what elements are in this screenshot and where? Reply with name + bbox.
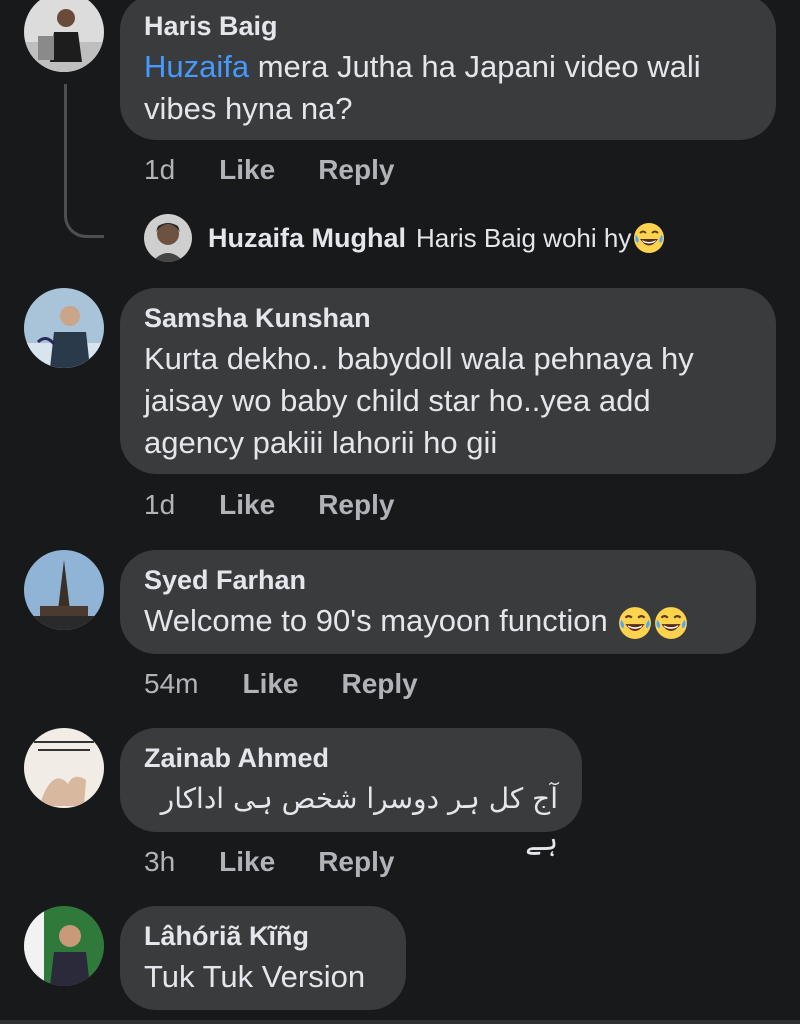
reply-button[interactable]: Reply xyxy=(318,489,394,521)
laughing-emoji-icon xyxy=(618,606,652,640)
comment-author-name[interactable]: Haris Baig xyxy=(144,10,752,42)
like-button[interactable]: Like xyxy=(219,846,275,878)
laughing-emoji-icon xyxy=(654,606,688,640)
avatar-huzaifa-mughal[interactable] xyxy=(144,214,192,262)
laughing-emoji-icon xyxy=(633,222,665,254)
comment-text: Tuk Tuk Version xyxy=(144,959,366,994)
like-button[interactable]: Like xyxy=(219,489,275,521)
comment-author-name[interactable]: Lâhóriã Kĩñg xyxy=(144,920,382,952)
comment-author-name[interactable]: Samsha Kunshan xyxy=(144,302,752,334)
comment-timestamp[interactable]: 3h xyxy=(144,846,175,878)
like-button[interactable]: Like xyxy=(242,668,298,700)
reply-button[interactable]: Reply xyxy=(318,154,394,186)
nested-reply[interactable]: Huzaifa Mughal Haris Baig wohi hy xyxy=(144,214,665,262)
avatar-syed-farhan[interactable] xyxy=(24,550,104,630)
comment-bubble-haris-baig[interactable]: Haris Baig Huzaifa mera Jutha ha Japani … xyxy=(120,0,776,140)
avatar-haris-baig[interactable] xyxy=(24,0,104,72)
comment-author-name[interactable]: Syed Farhan xyxy=(144,564,732,596)
comment-actions: 1d Like Reply xyxy=(144,489,394,521)
thread-connector-line xyxy=(64,84,104,238)
avatar-samsha-kunshan[interactable] xyxy=(24,288,104,368)
comment-text: Kurta dekho.. babydoll wala pehnaya hy j… xyxy=(144,341,694,460)
comment-actions: 54m Like Reply xyxy=(144,668,418,700)
comment-text: Huzaifa mera Jutha ha Japani video wali … xyxy=(144,49,701,126)
reply-button[interactable]: Reply xyxy=(318,846,394,878)
comment-actions: 1d Like Reply xyxy=(144,154,394,186)
avatar-zainab-ahmed[interactable] xyxy=(24,728,104,808)
comment-bubble-syed-farhan[interactable]: Syed Farhan Welcome to 90's mayoon funct… xyxy=(120,550,756,654)
reply-author-name[interactable]: Huzaifa Mughal xyxy=(208,223,406,254)
reply-button[interactable]: Reply xyxy=(342,668,418,700)
screen-bottom-divider xyxy=(0,1020,800,1024)
comment-text: Welcome to 90's mayoon function xyxy=(144,600,732,642)
comment-actions: 3h Like Reply xyxy=(144,846,394,878)
like-button[interactable]: Like xyxy=(219,154,275,186)
avatar-lahoria-king[interactable] xyxy=(24,906,104,986)
comment-bubble-lahoria-king[interactable]: Lâhóriã Kĩñg Tuk Tuk Version xyxy=(120,906,406,1010)
reply-text: Haris Baig wohi hy xyxy=(416,222,632,253)
comment-timestamp[interactable]: 54m xyxy=(144,668,198,700)
mention-link[interactable]: Huzaifa xyxy=(144,49,249,84)
comment-bubble-samsha-kunshan[interactable]: Samsha Kunshan Kurta dekho.. babydoll wa… xyxy=(120,288,776,474)
comment-bubble-zainab-ahmed[interactable]: Zainab Ahmed آج کل ہر دوسرا شخص ہی اداکا… xyxy=(120,728,582,857)
comment-timestamp[interactable]: 1d xyxy=(144,154,175,186)
comment-timestamp[interactable]: 1d xyxy=(144,489,175,521)
comment-author-name[interactable]: Zainab Ahmed xyxy=(144,742,558,774)
